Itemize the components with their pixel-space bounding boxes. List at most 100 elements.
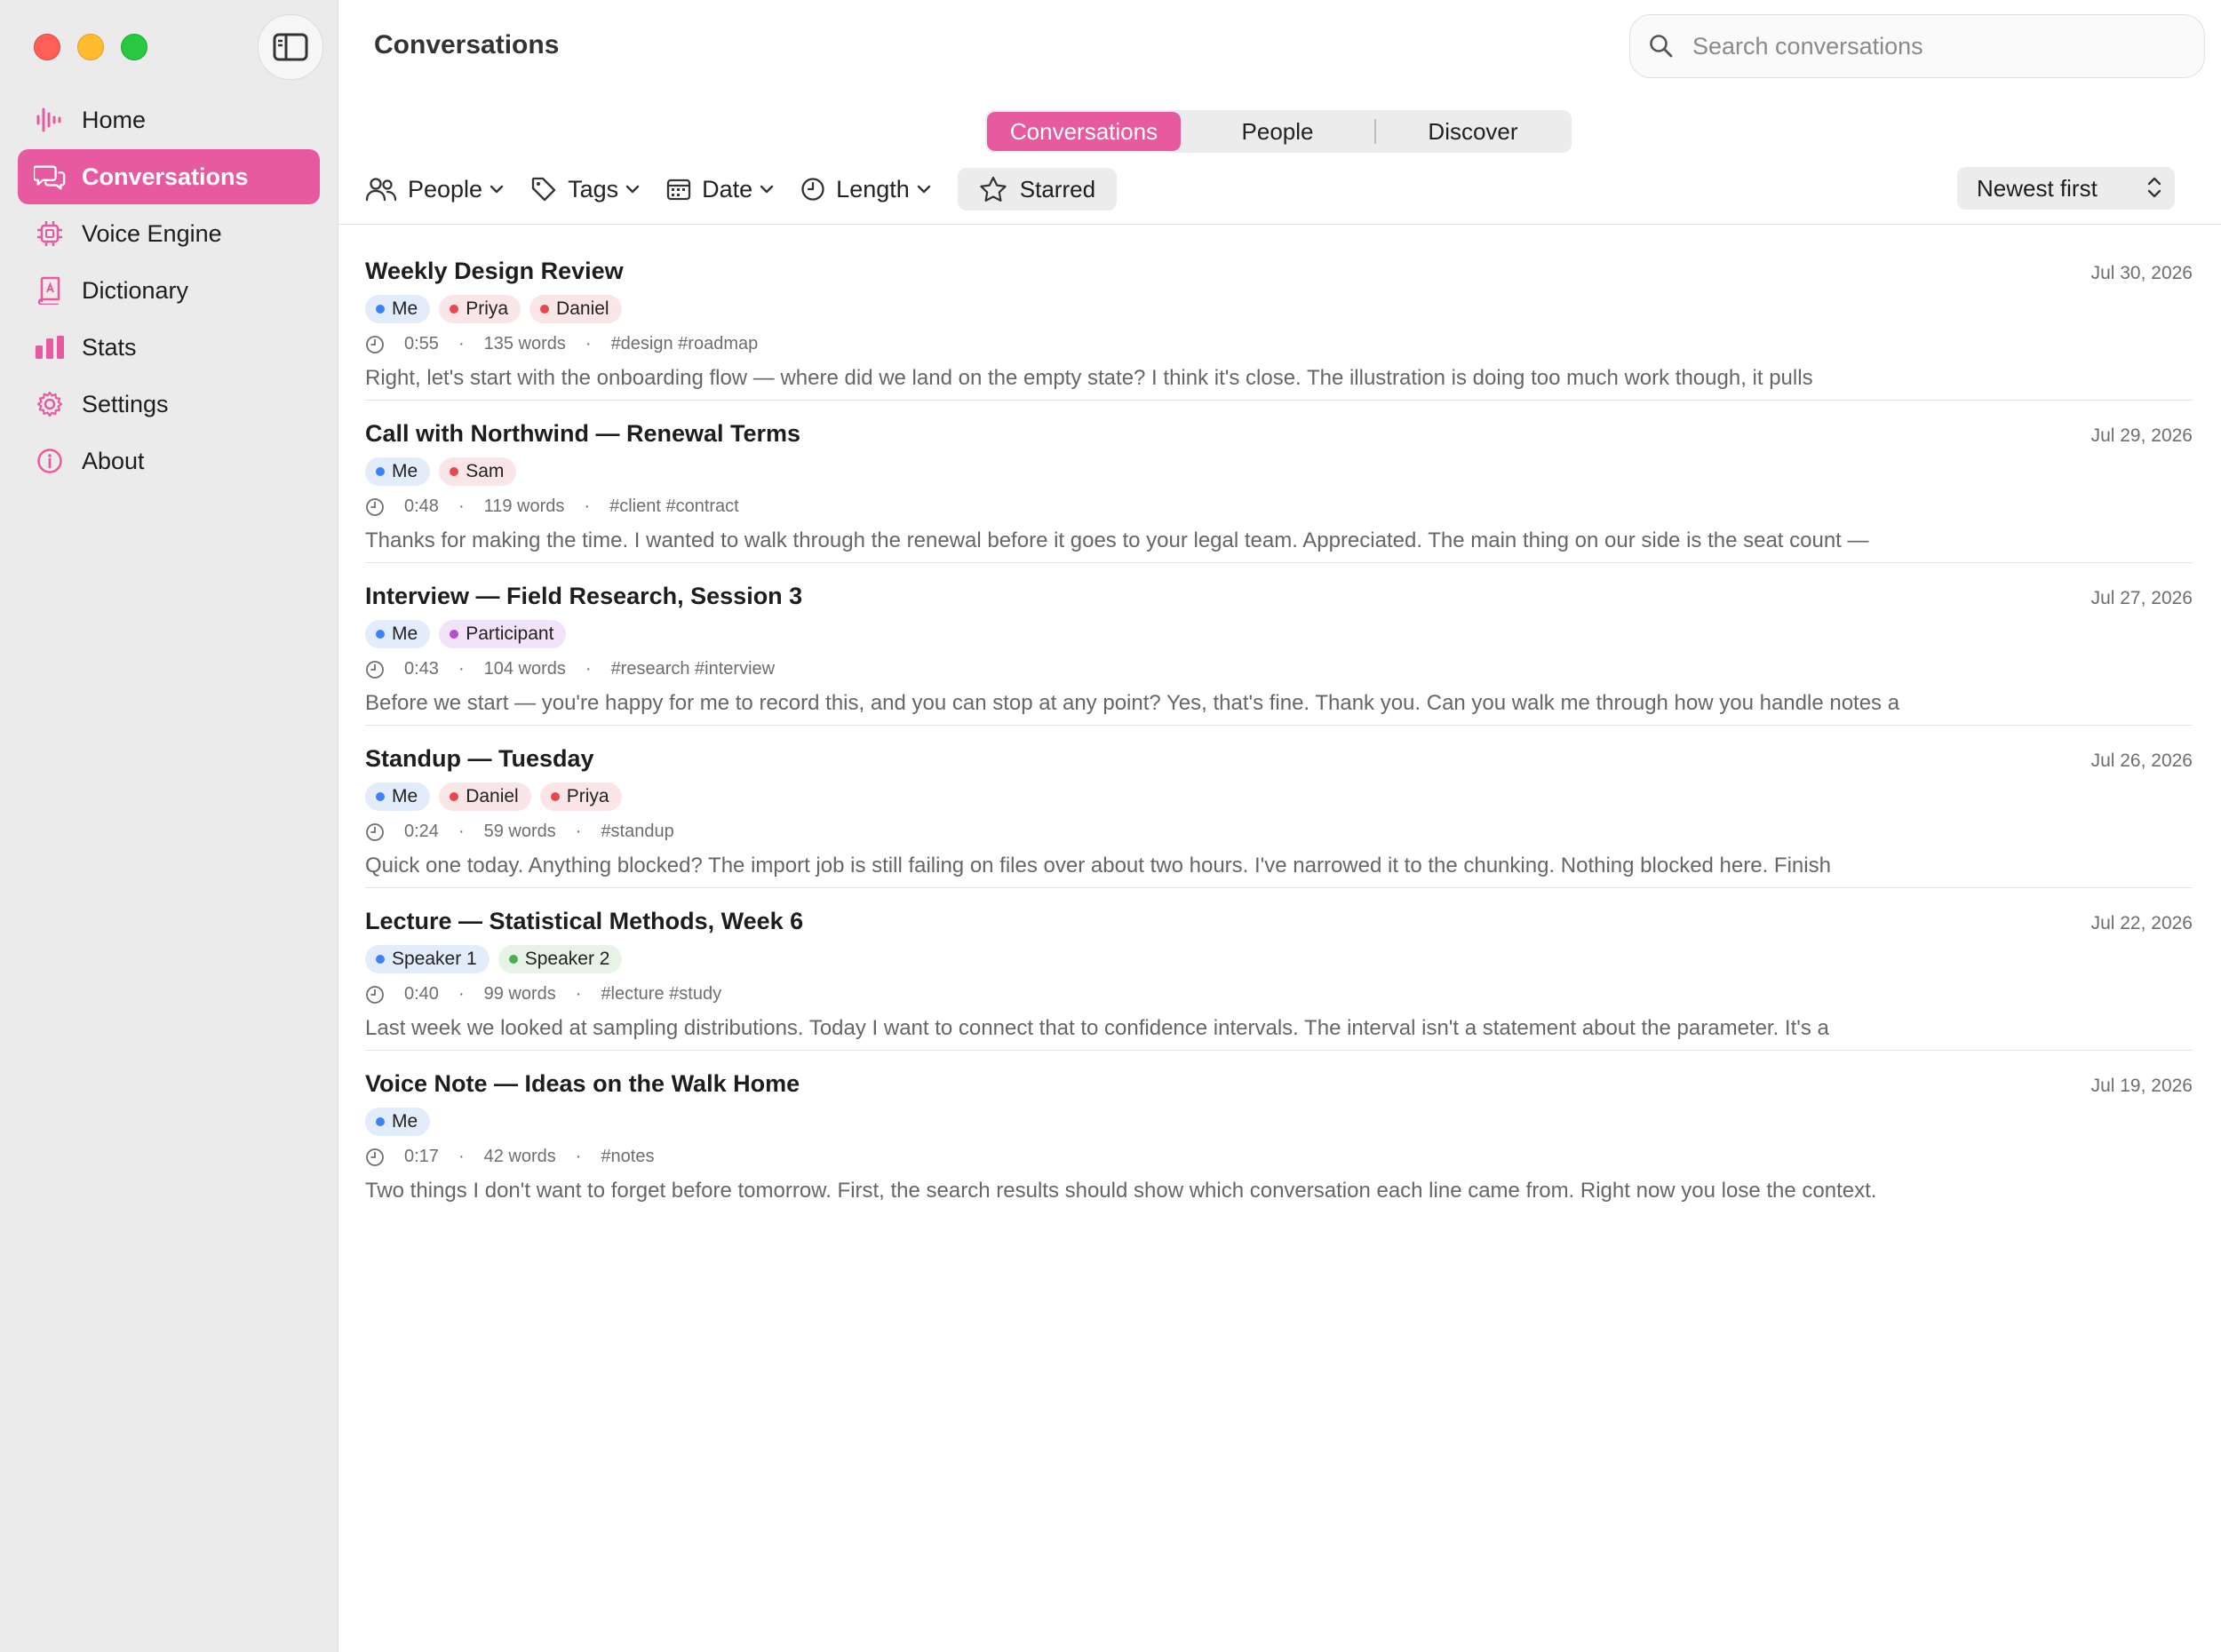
meta-separator: ·	[458, 1147, 465, 1166]
participant-chip[interactable]: Me	[365, 620, 431, 648]
meta-separator: ·	[584, 496, 591, 516]
starred-toggle[interactable]: Starred	[957, 168, 1118, 210]
conversation-date: Jul 30, 2026	[2090, 263, 2193, 283]
toggle-sidebar-button[interactable]	[258, 14, 323, 80]
participant-dot	[508, 955, 518, 964]
conversation-preview: Two things I don't want to forget before…	[365, 1179, 1877, 1203]
waveform-icon	[34, 104, 66, 136]
sidebar-item-label: Stats	[82, 333, 137, 361]
sidebar-item-dictionary[interactable]: Dictionary	[18, 263, 320, 318]
conversation-duration: 0:17	[404, 1147, 439, 1166]
sidebar-item-settings[interactable]: Settings	[18, 377, 320, 432]
participant-chip[interactable]: Participant	[439, 620, 567, 648]
participant-chip[interactable]: Sam	[439, 457, 517, 486]
participant-chip[interactable]: Me	[365, 1108, 431, 1136]
participant-chip[interactable]: Me	[365, 782, 431, 811]
conversation-row[interactable]: Voice Note — Ideas on the Walk Home Jul …	[365, 1051, 2193, 1213]
tab-conversations[interactable]: Conversations	[987, 112, 1181, 151]
conversation-row[interactable]: Call with Northwind — Renewal Terms Jul …	[365, 401, 2193, 563]
sidebar-nav: Home Conversations Voice Engine Dictiona…	[18, 92, 320, 490]
gear-icon	[34, 388, 66, 420]
conversation-preview: Thanks for making the time. I wanted to …	[365, 528, 1869, 552]
chip-icon	[34, 218, 66, 250]
clock-icon	[365, 985, 385, 1005]
participant-chip[interactable]: Priya	[539, 782, 622, 811]
meta-separator: ·	[575, 822, 582, 841]
star-icon	[979, 176, 1007, 203]
bar-chart-icon	[34, 331, 66, 363]
conversation-row[interactable]: Weekly Design Review Jul 30, 2026 Me Priy…	[365, 238, 2193, 401]
search-input[interactable]	[1691, 31, 2174, 61]
participant-chip[interactable]: Daniel	[439, 782, 531, 811]
sidebar-item-about[interactable]: About	[18, 433, 320, 488]
conversation-tags: #design #roadmap	[610, 334, 759, 353]
calendar-icon	[666, 177, 691, 202]
conversation-row[interactable]: Interview — Field Research, Session 3 Ju…	[365, 563, 2193, 726]
participant-chip[interactable]: Me	[365, 295, 431, 323]
conversation-tags: #lecture #study	[601, 984, 722, 1004]
conversation-list: Weekly Design Review Jul 30, 2026 Me Priy…	[365, 238, 2193, 1213]
sidebar-toggle-icon	[273, 33, 308, 61]
participant-chip[interactable]: Speaker 1	[365, 945, 490, 973]
tags-filter[interactable]: Tags	[530, 176, 640, 203]
filter-bar: People Tags Date Length Starred	[365, 167, 1118, 211]
people-filter[interactable]: People	[365, 176, 504, 203]
sidebar-item-home[interactable]: Home	[18, 92, 320, 147]
tab-discover[interactable]: Discover	[1376, 112, 1570, 151]
chevron-down-icon	[760, 185, 774, 194]
participant-chip[interactable]: Me	[365, 457, 431, 486]
sidebar-item-stats[interactable]: Stats	[18, 320, 320, 375]
sidebar-item-label: Conversations	[82, 163, 249, 190]
conversation-tags: #notes	[601, 1147, 655, 1166]
meta-separator: ·	[458, 496, 465, 516]
conversation-row[interactable]: Standup — Tuesday Jul 26, 2026 Me Daniel P…	[365, 726, 2193, 888]
conversation-duration: 0:55	[404, 334, 439, 353]
meta-separator: ·	[575, 984, 582, 1004]
header-divider	[338, 224, 2221, 225]
clock-icon	[365, 497, 385, 517]
participant-dot	[550, 792, 560, 801]
participant-chip[interactable]: Priya	[439, 295, 521, 323]
sidebar-item-label: Voice Engine	[82, 219, 222, 247]
date-filter[interactable]: Date	[666, 176, 774, 203]
participant-dot	[376, 305, 385, 314]
meta-separator: ·	[585, 659, 592, 679]
conversation-date: Jul 19, 2026	[2090, 1076, 2193, 1096]
sidebar-item-label: Dictionary	[82, 276, 189, 304]
participant-name: Sam	[466, 461, 505, 481]
participant-name: Me	[392, 298, 418, 319]
conversation-row[interactable]: Lecture — Statistical Methods, Week 6 Ju…	[365, 888, 2193, 1051]
sidebar-item-voice-engine[interactable]: Voice Engine	[18, 206, 320, 261]
conversation-tags: #standup	[601, 822, 674, 841]
conversation-meta: 0:24 · 59 words · #standup	[365, 822, 674, 842]
participant-chip[interactable]: Daniel	[529, 295, 622, 323]
minimize-window-button[interactable]	[77, 34, 104, 60]
participant-chips: Me Sam	[365, 457, 517, 486]
conversation-title: Weekly Design Review	[365, 258, 624, 284]
maximize-window-button[interactable]	[121, 34, 147, 60]
participant-name: Speaker 2	[524, 949, 610, 969]
sidebar-item-label: Home	[82, 106, 147, 133]
conversation-duration: 0:43	[404, 659, 439, 679]
conversation-title: Interview — Field Research, Session 3	[365, 583, 803, 609]
sort-select[interactable]: Newest first	[1957, 167, 2175, 210]
clock-icon	[365, 335, 385, 354]
participant-chip[interactable]: Speaker 2	[498, 945, 623, 973]
starred-label: Starred	[1019, 175, 1096, 203]
close-window-button[interactable]	[34, 34, 60, 60]
participant-dot	[376, 630, 385, 639]
page-title: Conversations	[374, 30, 560, 60]
meta-separator: ·	[458, 659, 465, 679]
search-box[interactable]	[1629, 14, 2205, 78]
sidebar-item-conversations[interactable]: Conversations	[18, 149, 320, 204]
sidebar-item-label: About	[82, 447, 145, 474]
chevron-down-icon	[490, 185, 504, 194]
book-icon	[34, 274, 66, 306]
length-filter[interactable]: Length	[800, 176, 931, 203]
sidebar-item-label: Settings	[82, 390, 169, 417]
conversation-word-count: 119 words	[483, 496, 565, 516]
participant-name: Me	[392, 461, 418, 481]
tab-people[interactable]: People	[1181, 112, 1374, 151]
app-window: Home Conversations Voice Engine Dictiona…	[0, 0, 2221, 1652]
length-filter-label: Length	[836, 175, 910, 203]
